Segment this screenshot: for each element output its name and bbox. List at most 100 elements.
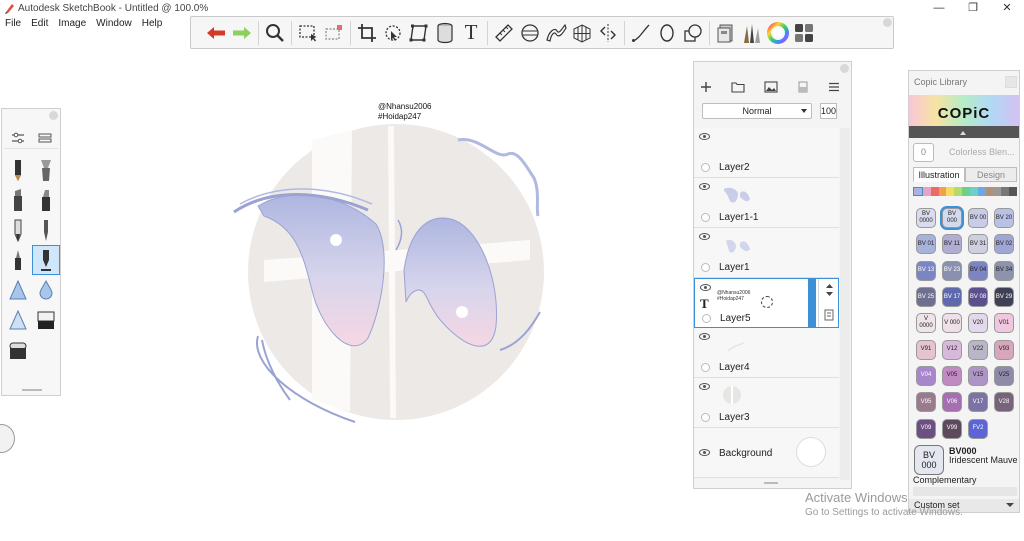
copic-swatch[interactable]: V 000 [942,313,962,334]
crop-select-icon[interactable] [321,19,347,47]
color-family-n[interactable] [993,187,1002,196]
copic-swatch[interactable]: V01 [994,313,1014,334]
shape-icon[interactable] [680,19,706,47]
color-family-yg[interactable] [954,187,963,196]
layer-row[interactable]: Layer3 [694,378,839,428]
add-layer-icon[interactable] [700,81,712,93]
copic-swatch[interactable]: BV 11 [942,234,962,255]
pencil-brush-icon[interactable] [4,155,32,185]
copic-swatch[interactable]: V22 [968,339,988,360]
copic-swatch[interactable]: BV 04 [968,260,988,281]
copic-swatch[interactable]: BV 02 [994,234,1014,255]
undo-icon[interactable] [203,19,229,47]
calligraphy-pen-icon[interactable] [32,245,60,275]
eraser-icon[interactable] [32,305,60,335]
copic-swatch[interactable]: V20 [968,313,988,334]
copic-swatch[interactable]: V15 [968,365,988,386]
copic-swatch[interactable]: V17 [968,392,988,413]
airbrush-icon[interactable] [32,155,60,185]
smudge-brush-icon[interactable] [4,305,32,335]
symmetry-icon[interactable] [595,19,621,47]
water-drop-brush-icon[interactable] [32,275,60,305]
copic-swatch[interactable]: V12 [942,339,962,360]
copic-swatch[interactable]: V93 [994,339,1014,360]
colorless-blender-swatch[interactable]: 0 [913,143,934,162]
color-family-bv[interactable] [913,187,923,196]
eye-icon[interactable] [699,449,710,456]
menu-file[interactable]: File [0,17,26,32]
copic-swatch[interactable]: V06 [942,392,962,413]
copic-swatch[interactable]: BV 000 [942,208,962,229]
tab-design[interactable]: Design [965,167,1017,182]
cylinder-icon[interactable] [432,19,458,47]
layer-row[interactable]: Layer2 [694,128,839,178]
copic-swatch[interactable]: V99 [942,418,962,439]
copic-swatch[interactable]: V 0000 [916,313,936,334]
maximize-button[interactable]: ❐ [956,0,990,17]
brush-palette-close-icon[interactable] [49,111,58,120]
copic-swatch[interactable]: V09 [916,418,936,439]
copic-swatch[interactable]: BV 08 [968,287,988,308]
layer-select-dot[interactable] [701,363,710,372]
copic-swatch[interactable]: V91 [916,339,936,360]
color-family-g[interactable] [962,187,970,196]
copic-swatch[interactable]: BV 17 [942,287,962,308]
layer-select-dot[interactable] [701,213,710,222]
brush-palette-grip[interactable] [22,389,42,391]
layer-row-background[interactable]: Background [694,428,839,478]
copic-swatch[interactable]: V25 [994,365,1014,386]
move-layer-icon[interactable] [819,279,840,301]
layer-list-scrollbar[interactable] [840,128,850,480]
copic-swatch[interactable]: BV 29 [994,287,1014,308]
opacity-field[interactable]: 100 [820,103,837,119]
layer-select-dot[interactable] [701,263,710,272]
brush-library-icon[interactable] [739,19,765,47]
eye-icon[interactable] [699,333,710,340]
copic-swatch[interactable]: BV 20 [994,208,1014,229]
layer-select-dot[interactable] [701,413,710,422]
copic-swatch[interactable]: V95 [916,392,936,413]
circle-icon[interactable] [654,19,680,47]
chisel-marker-icon[interactable] [32,185,60,215]
ink-pen-icon[interactable] [4,245,32,275]
menu-edit[interactable]: Edit [26,17,53,32]
ballpoint-pen-icon[interactable] [4,215,32,245]
layer-editor-icon[interactable] [791,19,817,47]
zoom-icon[interactable] [262,19,288,47]
layer-menu-icon[interactable] [828,81,840,93]
hard-eraser-icon[interactable] [4,335,32,365]
add-image-icon[interactable] [764,81,778,93]
color-family-b[interactable] [977,187,986,196]
ellipse-guide-icon[interactable] [517,19,543,47]
copic-swatch[interactable]: BV 23 [942,260,962,281]
color-wheel-icon[interactable] [765,19,791,47]
copic-swatch[interactable]: FV2 [968,418,988,439]
brush-library-toggle-icon[interactable] [38,132,52,144]
close-button[interactable]: ✕ [990,0,1024,17]
copic-library-icon[interactable] [713,19,739,47]
layer-select-dot[interactable] [701,163,710,172]
copic-swatch[interactable]: V28 [994,392,1014,413]
layer-editor-grip[interactable] [764,482,778,484]
copic-close-icon[interactable] [1005,76,1017,88]
crop-icon[interactable] [354,19,380,47]
marker-brush-icon[interactable] [4,185,32,215]
layer-options-icon[interactable] [819,304,840,326]
add-group-icon[interactable] [731,81,745,93]
eye-icon[interactable] [700,284,711,291]
eye-icon[interactable] [699,233,710,240]
layer-row[interactable]: Layer4 [694,328,839,378]
menu-image[interactable]: Image [53,17,91,32]
stroke-icon[interactable] [628,19,654,47]
blend-mode-select[interactable]: Normal [702,103,812,119]
brush-properties-icon[interactable] [11,132,25,144]
fountain-pen-icon[interactable] [32,215,60,245]
color-family-r[interactable] [930,187,939,196]
copic-swatch[interactable]: BV 0000 [916,208,936,229]
toolbar-close-icon[interactable] [883,18,892,27]
perspective-icon[interactable] [406,19,432,47]
color-family-y[interactable] [946,187,955,196]
minimize-button[interactable]: — [922,0,956,17]
eye-icon[interactable] [699,383,710,390]
french-curve-icon[interactable] [543,19,569,47]
